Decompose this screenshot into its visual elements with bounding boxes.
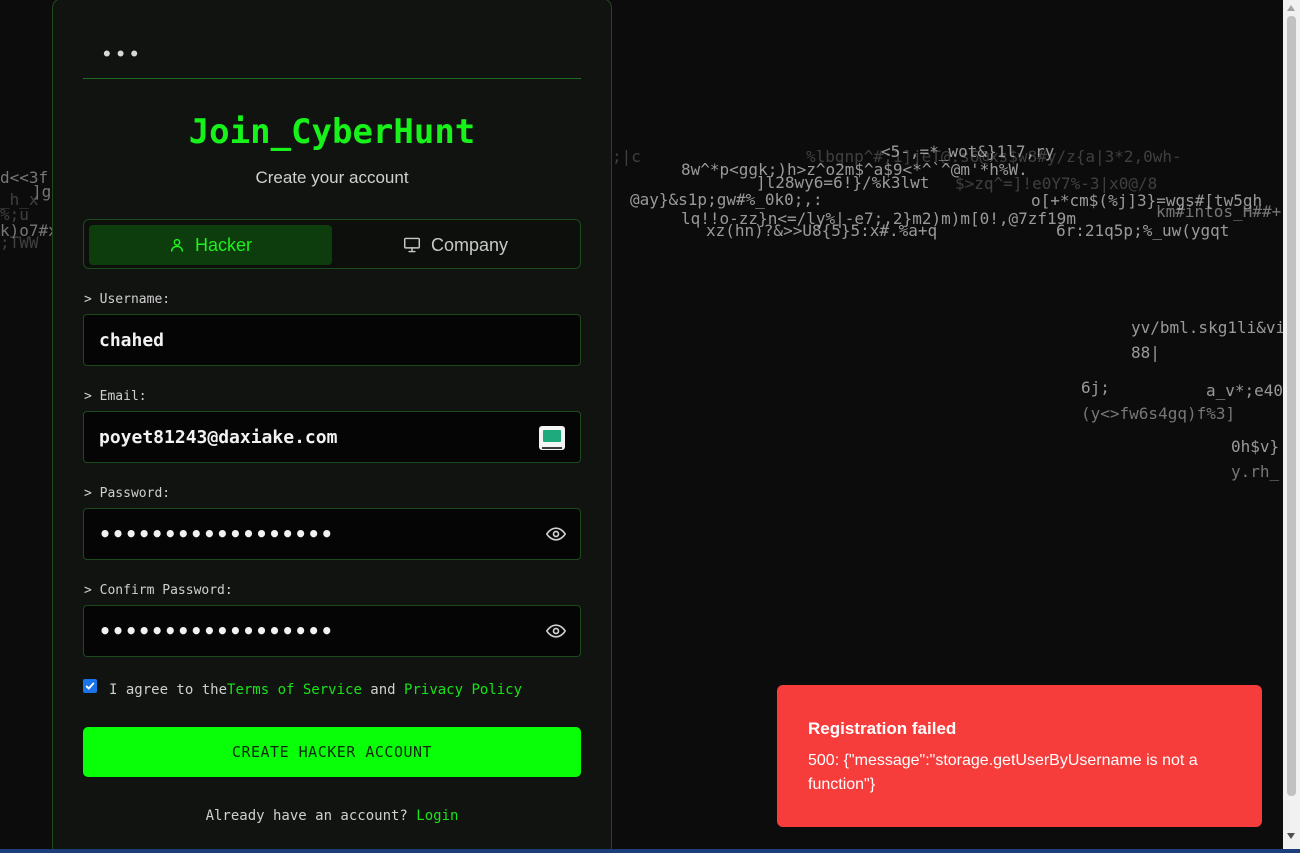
user-icon <box>169 237 185 253</box>
email-label: > Email: <box>84 389 147 404</box>
toast-message: 500: {"message":"storage.getUserByUserna… <box>808 752 1198 793</box>
matrix-text: 0h$v}: <box>1231 437 1289 456</box>
login-prompt-text: Already have an account? <box>205 808 417 824</box>
agree-checkbox[interactable] <box>83 679 97 693</box>
matrix-text: a_v*;e40 <box>1206 381 1284 400</box>
matrix-text: y.rh_ <box>1231 462 1280 481</box>
matrix-text: ;TWW <box>0 233 39 252</box>
email-field[interactable] <box>83 411 581 463</box>
matrix-text: lq!!o-zz}n<=/ly%|-e7;,2}m2)m)m[0!,@7zf19… <box>681 209 1076 228</box>
scrollbar[interactable] <box>1283 0 1300 853</box>
username-field[interactable] <box>83 314 581 366</box>
confirm-password-label: > Confirm Password: <box>84 583 233 598</box>
confirm-password-field[interactable] <box>83 605 581 657</box>
tab-company-label: Company <box>430 234 509 255</box>
confirm-password-input[interactable] <box>99 619 565 643</box>
scroll-thumb[interactable] <box>1287 16 1296 796</box>
matrix-text: _h_x <box>0 190 39 209</box>
matrix-text: 8w^*p<ggk;)h>z^o2m$^a$9<*^`^@m'*h%W. <box>681 160 1028 179</box>
username-input[interactable] <box>99 329 565 351</box>
scroll-down-icon[interactable] <box>1287 833 1295 839</box>
tab-hacker[interactable]: Hacker <box>89 225 332 265</box>
matrix-text: ;|c <box>612 147 641 166</box>
tab-company[interactable]: Company <box>334 225 577 265</box>
taskbar-edge <box>0 849 1300 853</box>
tab-hacker-label: Hacker <box>194 234 252 255</box>
matrix-text: $>zq^=]!e0Y7%-3|x0@/8 <box>955 174 1158 193</box>
matrix-text: o[+*cm$(%j]3}=wgs#[tw5gh <box>1031 191 1263 210</box>
matrix-text: %lbgnp^#;1]jeT@:s6@xs$w8#y/z{a|3*2,0wh- <box>806 147 1182 166</box>
temp-mail-icon[interactable] <box>539 426 565 450</box>
login-link[interactable]: Login <box>416 808 458 824</box>
agree-and: and <box>361 682 405 698</box>
email-input[interactable] <box>99 426 565 448</box>
password-field[interactable] <box>83 508 581 560</box>
scroll-up-icon[interactable] <box>1287 5 1295 11</box>
login-prompt: Already have an account? Login <box>83 808 581 824</box>
page-title: Join_CyberHunt <box>188 112 476 152</box>
monitor-icon <box>403 237 421 253</box>
matrix-text: d<<3f <box>0 168 49 187</box>
divider <box>83 78 581 79</box>
error-toast[interactable]: Registration failed 500: {"message":"sto… <box>777 685 1262 827</box>
matrix-text: 6j; <box>1081 378 1110 397</box>
toast-title: Registration failed <box>808 719 957 738</box>
password-label: > Password: <box>84 486 171 501</box>
matrix-text: <5-,=*_wot&}1l7,ry <box>881 142 1055 161</box>
matrix-text: xz(hn)?&>>U8{5}5:x#.%a+q <box>706 221 938 240</box>
matrix-text: km#intos_H##+ <box>1156 202 1282 221</box>
create-account-button[interactable]: CREATE HACKER ACCOUNT <box>83 727 581 777</box>
matrix-text: 6r:21q5p;%_uw(ygqt <box>1056 221 1230 240</box>
password-input[interactable] <box>99 522 565 546</box>
username-label: > Username: <box>84 292 171 307</box>
account-type-tabs: Hacker Company <box>83 219 581 269</box>
matrix-text: %;u <box>0 205 29 224</box>
matrix-text: ]l28wy6=6!}/%k3lwt <box>756 173 930 192</box>
eye-icon[interactable] <box>545 623 567 644</box>
privacy-link[interactable]: Privacy Policy <box>404 682 522 698</box>
terms-link[interactable]: Terms of Service <box>227 682 362 698</box>
terms-agreement: I agree to the Terms of Service and Priv… <box>83 679 522 698</box>
page-subtitle: Create your account <box>255 168 409 187</box>
window-dots-icon: ••• <box>103 41 145 66</box>
eye-icon[interactable] <box>545 526 567 547</box>
agree-prefix: I agree to the <box>109 682 228 698</box>
matrix-text: ]g <box>32 182 52 201</box>
matrix-text: (y<>fw6s4gq)f%3] <box>1081 404 1236 423</box>
matrix-text: k)o7#x <box>0 221 58 240</box>
matrix-text: yv/bml.skg1li&vi <box>1131 318 1286 337</box>
matrix-text: 88| <box>1131 343 1160 362</box>
matrix-text: @ay}&s1p;gw#%_0k0;,: <box>630 190 823 209</box>
